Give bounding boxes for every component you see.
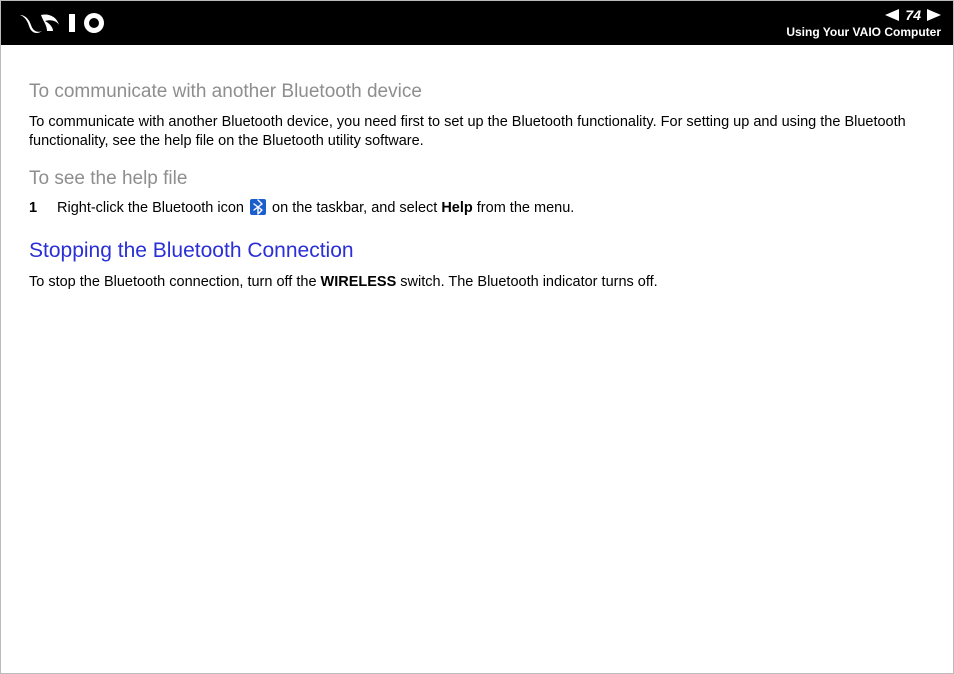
step-1: 1 Right-click the Bluetooth icon on the … [29, 199, 925, 219]
step1-text-end: from the menu. [473, 200, 575, 216]
vaio-logo [19, 11, 129, 35]
para2-b: switch. The Bluetooth indicator turns of… [396, 274, 657, 290]
para2-bold: WIRELESS [321, 274, 397, 290]
para2-a: To stop the Bluetooth connection, turn o… [29, 274, 321, 290]
subheading-communicate: To communicate with another Bluetooth de… [29, 79, 925, 105]
step1-bold: Help [441, 200, 472, 216]
step-text: Right-click the Bluetooth icon on the ta… [57, 199, 925, 219]
document-page: 74 Using Your VAIO Computer To communica… [0, 0, 954, 674]
header-right: 74 Using Your VAIO Computer [786, 7, 941, 39]
heading-stopping: Stopping the Bluetooth Connection [29, 237, 925, 265]
nav-next-icon[interactable] [927, 9, 941, 21]
page-number: 74 [905, 7, 921, 23]
header-section-title: Using Your VAIO Computer [786, 25, 941, 39]
paragraph-stop: To stop the Bluetooth connection, turn o… [29, 273, 925, 293]
step-number: 1 [29, 199, 43, 219]
step1-text-pre: Right-click the Bluetooth icon [57, 200, 248, 216]
step1-text-mid: on the taskbar, and select [268, 200, 441, 216]
paragraph-intro: To communicate with another Bluetooth de… [29, 113, 925, 152]
page-content: To communicate with another Bluetooth de… [1, 45, 953, 307]
subheading-helpfile: To see the help file [29, 166, 925, 192]
page-nav: 74 [885, 7, 941, 23]
bluetooth-icon [250, 199, 266, 215]
page-header: 74 Using Your VAIO Computer [1, 1, 953, 45]
nav-prev-icon[interactable] [885, 9, 899, 21]
